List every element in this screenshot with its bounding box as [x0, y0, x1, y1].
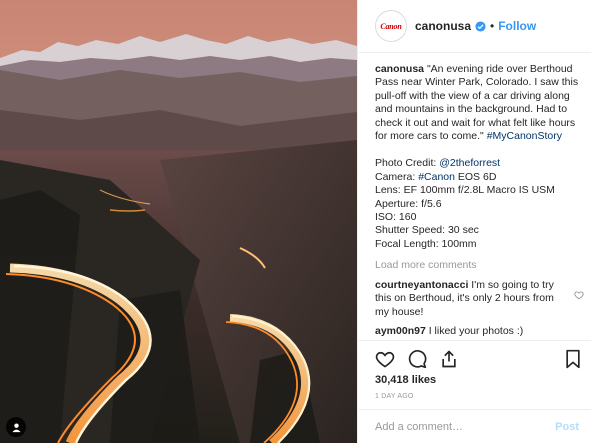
separator-dot: • — [490, 19, 495, 33]
mountain-road-long-exposure — [0, 0, 357, 443]
comment-username[interactable]: courtneyantonacci — [375, 279, 468, 291]
username-link[interactable]: canonusa — [415, 19, 471, 33]
photo-credit-mention[interactable]: @2theforrest — [439, 157, 500, 169]
avatar[interactable]: Canon — [375, 10, 407, 42]
avatar-logo-text: Canon — [380, 21, 402, 31]
post-photo[interactable] — [0, 0, 357, 443]
comment-item: courtneyantonacci I'm so going to try th… — [375, 279, 585, 319]
caption-hashtag[interactable]: #MyCanonStory — [487, 130, 562, 142]
photo-credit-label: Photo Credit: — [375, 157, 437, 170]
follow-button[interactable]: Follow — [498, 19, 536, 33]
comments-list[interactable]: canonusa "An evening ride over Berthoud … — [375, 63, 585, 343]
post-actions-section: 30,418 likes 1 DAY AGO — [358, 340, 591, 400]
camera-label: Camera: — [375, 170, 416, 183]
instagram-post: Canon canonusa • Follow canonusa "An eve… — [0, 0, 591, 443]
lens-line: Lens: EF 100mm f/2.8L Macro IS USM — [375, 184, 555, 197]
aperture-line: Aperture: f/5.6 — [375, 197, 442, 210]
post-sidebar: Canon canonusa • Follow canonusa "An eve… — [357, 0, 591, 443]
post-comment-button[interactable]: Post — [555, 421, 579, 433]
load-more-comments-button[interactable]: Load more comments — [375, 259, 585, 272]
comment-bubble-icon[interactable] — [407, 349, 427, 374]
camera-hashtag[interactable]: #Canon — [418, 171, 455, 183]
comment-text: I liked your photos :) — [428, 324, 524, 337]
caption: canonusa "An evening ride over Berthoud … — [375, 63, 585, 251]
post-timestamp[interactable]: 1 DAY AGO — [375, 393, 414, 400]
camera-model: EOS 6D — [457, 170, 497, 183]
user-tag-icon[interactable] — [6, 417, 26, 437]
add-comment-bar: Post — [358, 409, 591, 443]
shutter-line: Shutter Speed: 30 sec — [375, 224, 479, 237]
user-tag-glyph — [11, 422, 21, 432]
focal-line: Focal Length: 100mm — [375, 237, 477, 250]
photo-credits: Photo Credit: @2theforrest Camera: #Cano… — [375, 157, 585, 251]
bookmark-save-icon[interactable] — [564, 349, 582, 374]
like-heart-icon[interactable] — [375, 349, 395, 374]
likes-count[interactable]: 30,418 likes — [375, 374, 436, 386]
comment-item: aym00n97 I liked your photos :) — [375, 325, 585, 338]
comment-like-heart-icon[interactable] — [574, 290, 584, 304]
caption-username[interactable]: canonusa — [375, 63, 424, 75]
verified-badge-icon — [475, 20, 486, 32]
iso-line: ISO: 160 — [375, 211, 417, 224]
add-comment-input[interactable] — [375, 420, 525, 433]
share-icon[interactable] — [439, 349, 459, 374]
action-bar — [375, 349, 459, 374]
post-header: Canon canonusa • Follow — [358, 0, 591, 53]
comment-username[interactable]: aym00n97 — [375, 325, 426, 337]
